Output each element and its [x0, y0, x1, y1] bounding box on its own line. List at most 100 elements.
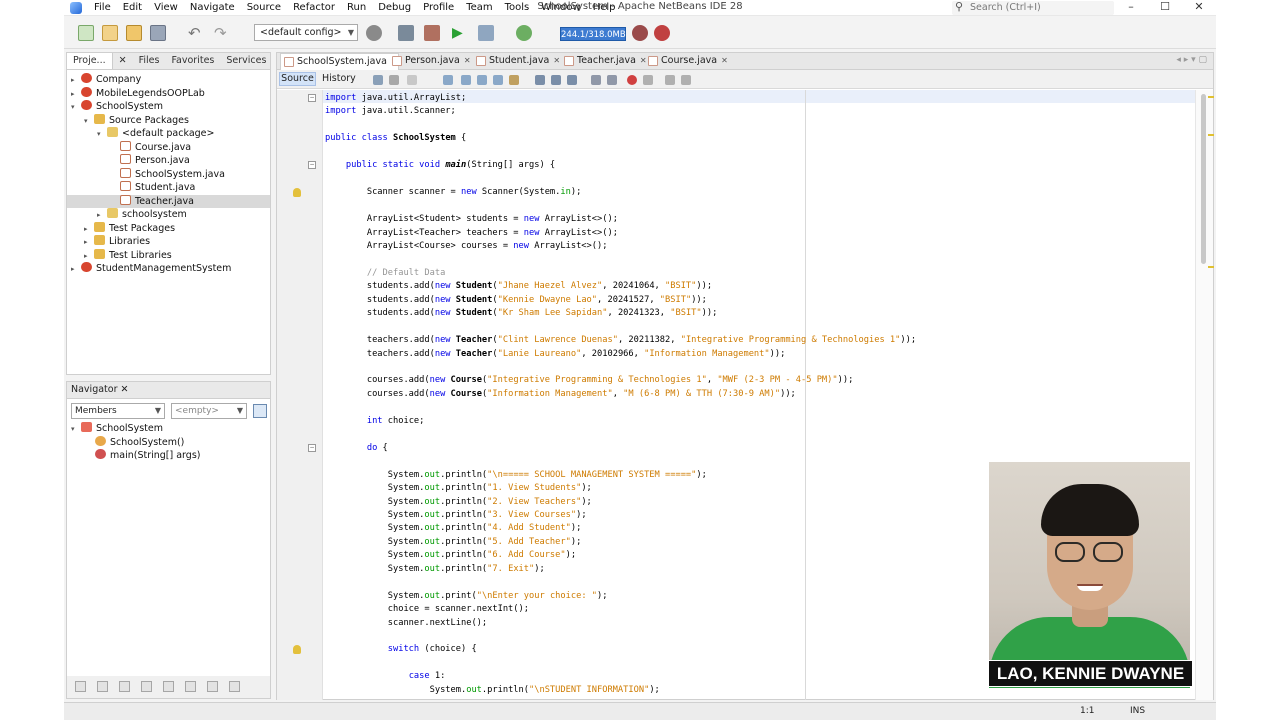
stop-macro-icon[interactable] [643, 75, 653, 85]
expand-toggle-icon[interactable]: ▸ [71, 74, 81, 87]
toggle-rect-selection-icon[interactable] [509, 75, 519, 85]
undo-icon[interactable]: ↶ [188, 25, 204, 41]
expand-toggle-icon[interactable]: ▸ [97, 209, 107, 222]
build-icon[interactable] [398, 25, 414, 41]
navigator-item-schoolsystem[interactable]: SchoolSystem() [67, 435, 184, 449]
sort-by-name-icon[interactable] [185, 681, 196, 692]
close-navigator-icon[interactable]: ✕ [121, 384, 129, 395]
shift-left-icon[interactable] [591, 75, 601, 85]
collapse-toggle-icon[interactable]: ▾ [84, 115, 94, 128]
expand-toggle-icon[interactable]: ▸ [71, 88, 81, 101]
scrollbar-thumb[interactable] [1201, 94, 1206, 264]
clean-build-icon[interactable] [424, 25, 440, 41]
tree-item-mobilelegendsooplab[interactable]: ▸ MobileLegendsOOPLab [67, 86, 270, 101]
collapse-toggle-icon[interactable]: ▾ [71, 101, 81, 114]
comment-icon[interactable] [665, 75, 675, 85]
tree-item-student-java[interactable]: Student.java [67, 181, 270, 194]
previous-bookmark-icon[interactable] [535, 75, 545, 85]
profile-icon[interactable] [516, 25, 532, 41]
expand-toggle-icon[interactable]: ▸ [84, 250, 94, 263]
source-view-tab[interactable]: Source [279, 72, 316, 86]
find-selection-icon[interactable] [443, 75, 453, 85]
expand-toggle-icon[interactable]: ▸ [84, 223, 94, 236]
find-previous-icon[interactable] [461, 75, 471, 85]
new-file-icon[interactable] [78, 25, 94, 41]
tree-item-source-packages[interactable]: ▾ Source Packages [67, 113, 270, 128]
new-project-icon[interactable] [102, 25, 118, 41]
tab-proje[interactable]: Proje... [67, 53, 113, 69]
editor-tab-student-java[interactable]: Student.java ✕ [473, 53, 560, 70]
fold-toggle-icon[interactable]: − [308, 443, 316, 452]
filter-static-icon[interactable] [97, 681, 108, 692]
open-project-icon[interactable] [126, 25, 142, 41]
last-edit-icon[interactable] [373, 75, 383, 85]
tree-item-course-java[interactable]: Course.java [67, 140, 270, 154]
tab-files[interactable]: Files [133, 53, 166, 69]
editor-tab-schoolsystem-java[interactable]: SchoolSystem.java✕ [280, 53, 399, 70]
fold-toggle-icon[interactable]: − [308, 161, 316, 170]
tree-item-schoolsystem-java[interactable]: SchoolSystem.java [67, 167, 270, 181]
next-bookmark-icon[interactable] [551, 75, 561, 85]
close-tab-icon[interactable]: ✕ [464, 56, 471, 65]
search-box[interactable]: ⚲ Search (Ctrl+I) [952, 0, 1114, 15]
sort-by-source-icon[interactable] [207, 681, 218, 692]
navigator-item-main-string-args[interactable]: main(String[] args) [67, 449, 200, 462]
back-icon[interactable] [389, 75, 399, 85]
forward-icon[interactable] [407, 75, 417, 85]
expand-toggle-icon[interactable]: ▸ [71, 263, 81, 276]
stop-profile-icon[interactable] [654, 25, 670, 41]
maximize-button[interactable]: ☐ [1148, 0, 1182, 16]
error-stripe-mark[interactable] [1208, 96, 1214, 98]
error-stripe-mark[interactable] [1208, 134, 1214, 136]
tree-item-studentmanagementsystem[interactable]: ▸ StudentManagementSystem [67, 262, 270, 275]
scope-select[interactable]: <empty> ▼ [171, 403, 247, 419]
close-tab-icon[interactable]: ✕ [113, 53, 133, 69]
lightbulb-hint-icon[interactable] [293, 188, 301, 198]
filter-inherited-icon[interactable] [141, 681, 152, 692]
editor-tab-person-java[interactable]: Person.java ✕ [389, 53, 471, 70]
tab-services[interactable]: Services [220, 53, 272, 69]
tree-item-person-java[interactable]: Person.java [67, 154, 270, 167]
config-select[interactable]: <default config> ▼ [254, 24, 358, 41]
filter-icon[interactable] [253, 404, 267, 418]
close-tab-icon[interactable]: ✕ [553, 56, 560, 65]
tree-item-libraries[interactable]: ▸ Libraries [67, 235, 270, 248]
toggle-bookmark-icon[interactable] [567, 75, 577, 85]
editor-tab-course-java[interactable]: Course.java ✕ [645, 53, 728, 70]
members-filter-select[interactable]: Members ▼ [71, 403, 165, 419]
expand-toggle-icon[interactable]: ▸ [84, 236, 94, 249]
error-stripe-mark[interactable] [1208, 266, 1214, 268]
lightbulb-hint-icon[interactable] [293, 645, 301, 655]
minimize-button[interactable]: – [1114, 0, 1148, 16]
find-next-icon[interactable] [477, 75, 487, 85]
tab-favorites[interactable]: Favorites [165, 53, 220, 69]
tree-item-test-libraries[interactable]: ▸ Test Libraries [67, 248, 270, 263]
uncomment-icon[interactable] [681, 75, 691, 85]
filter-fields-icon[interactable] [75, 681, 86, 692]
redo-icon[interactable]: ↷ [214, 25, 230, 41]
history-view-tab[interactable]: History [322, 73, 356, 84]
run-icon[interactable]: ▶ [452, 25, 468, 41]
fold-toggle-icon[interactable]: − [308, 94, 316, 102]
tree-item-schoolsystem[interactable]: ▾ SchoolSystem [67, 100, 270, 113]
collapse-toggle-icon[interactable]: ▾ [71, 423, 81, 436]
filter-non-public-icon[interactable] [119, 681, 130, 692]
tree-item-company[interactable]: ▸ Company [67, 73, 270, 86]
close-window-button[interactable]: ✕ [1182, 0, 1216, 16]
tree-item-schoolsystem[interactable]: ▸ schoolsystem [67, 208, 270, 221]
navigator-item-schoolsystem[interactable]: ▾ SchoolSystem [67, 422, 163, 435]
toggle-highlight-icon[interactable] [493, 75, 503, 85]
tree-item-default-package[interactable]: ▾ <default package> [67, 127, 270, 140]
show-javadoc-icon[interactable] [229, 681, 240, 692]
shift-right-icon[interactable] [607, 75, 617, 85]
memory-indicator[interactable]: 244.1/318.0MB [560, 27, 626, 41]
save-all-icon[interactable] [150, 25, 166, 41]
editor-tab-teacher-java[interactable]: Teacher.java ✕ [561, 53, 647, 70]
editor-scrollbar[interactable] [1195, 90, 1214, 700]
tree-item-teacher-java[interactable]: Teacher.java [67, 194, 270, 208]
tree-item-test-packages[interactable]: ▸ Test Packages [67, 221, 270, 236]
gc-icon[interactable] [632, 25, 648, 41]
globe-icon[interactable] [366, 25, 382, 41]
start-macro-icon[interactable] [627, 75, 637, 85]
debug-icon[interactable] [478, 25, 494, 41]
